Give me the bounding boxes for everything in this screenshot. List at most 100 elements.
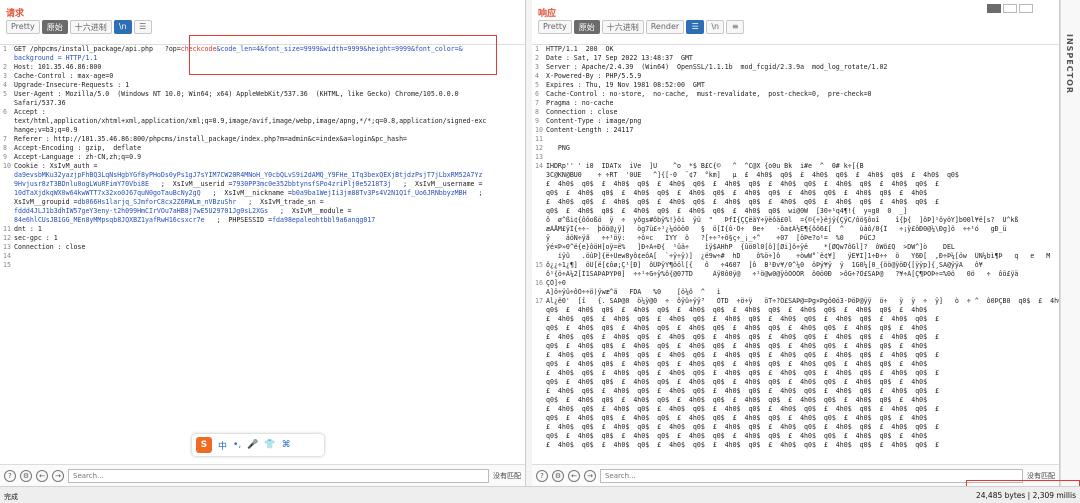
tab-hex[interactable]: 十六进制 (69, 20, 112, 34)
ime-logo[interactable]: S (196, 437, 212, 453)
line-content: Host: 101.35.46.86:800 (14, 63, 525, 72)
layout-single-icon[interactable] (1019, 4, 1033, 13)
code-token: Cache-Control : no-store, no-cache, must… (546, 90, 872, 98)
code-token: da9evsbMKu32yazjpFhBQ3LqNsHgbYGf8yPHoDs0… (14, 171, 483, 179)
tab-pretty[interactable]: Pretty (6, 20, 40, 34)
code-line: 14 (0, 252, 525, 261)
line-content: PNG (546, 144, 1059, 153)
tab-pretty[interactable]: Pretty (538, 20, 572, 34)
code-line: q0$ £ 4h0$ q0$ £ 4h0$ q0$ £ 4h0$ q0$ £ 4… (532, 189, 1059, 198)
line-content: 84e6hlCUsJB1GG_MEn8yMMpsqb8JQXBZ1yafRwH1… (14, 216, 525, 225)
line-content: q0$ £ 4h0$ q0$ £ 4h0$ q0$ £ 4h0$ q0$ £ 4… (546, 360, 1059, 369)
line-content: q0$ £ 4h0$ q0$ £ 4h0$ q0$ £ 4h0$ q0$ £ 4… (546, 414, 1059, 423)
settings-icon[interactable]: ⚙ (552, 469, 564, 482)
code-line: 16 ÇÔ]÷0 (532, 279, 1059, 288)
line-number: 11 (3, 225, 11, 233)
line-number (532, 351, 546, 360)
layout-horizontal-icon[interactable] (1003, 4, 1017, 13)
code-line: iÿû .öûÞ]{ë÷Ûew8yô¢eôÃ[ `÷ÿ÷ÿ)] ¿ë9w÷# h… (532, 252, 1059, 261)
line-number (0, 189, 14, 198)
code-line: £ 4h0$ q0$ £ 4h0$ q0$ £ 4h0$ q0$ £ 4h0$ … (532, 369, 1059, 378)
response-search-input[interactable] (600, 468, 1023, 483)
line-number: 2 (535, 54, 539, 62)
code-token: £ 4h0$ q0$ £ 4h0$ q0$ £ 4h0$ q0$ £ 4h0$ … (546, 405, 940, 413)
inspector-panel[interactable]: INSPECTOR (1060, 0, 1080, 486)
line-content: q0$ £ 4h0$ q0$ £ 4h0$ q0$ £ 4h0$ q0$ £ 4… (546, 342, 1059, 351)
tab-hex[interactable]: 十六进制 (601, 20, 644, 34)
code-line: q0$ £ 4h0$ q0$ £ 4h0$ q0$ £ 4h0$ q0$ £ 4… (532, 378, 1059, 387)
code-token: checkcode (180, 45, 217, 53)
line-content: £ 4h0$ q0$ £ 4h0$ q0$ £ 4h0$ q0$ £ 4h0$ … (546, 369, 1059, 378)
code-token: ÿé¤Þ»0^ë{e}ôöH[oÿ=ë% ]Ð÷À÷Ð{ ¹ûä÷ îÿ$ÀHh… (546, 243, 955, 251)
prev-icon[interactable]: ← (568, 469, 580, 482)
request-no-match: 没有匹配 (493, 471, 521, 480)
code-line: 8 Accept-Encoding : gzip, deflate (0, 144, 525, 153)
ime-toolbar[interactable]: S 中 •, 🎤 👕 ⌘ (192, 434, 324, 456)
next-icon[interactable]: → (584, 469, 596, 482)
code-line: 9 Accept-Language : zh-CN,zh;q=0.9 (0, 153, 525, 162)
newline-toggle[interactable]: \n (113, 20, 132, 34)
code-line: 1 HTTP/1.1 200 OK (532, 45, 1059, 54)
code-line: ÿé¤Þ»0^ë{e}ôöH[oÿ=ë% ]Ð÷À÷Ð{ ¹ûä÷ îÿ$ÀHh… (532, 243, 1059, 252)
request-search-input[interactable] (68, 468, 489, 483)
menu-icon[interactable]: ☰ (133, 20, 152, 34)
menu-icon[interactable]: ≡ (726, 20, 745, 34)
next-icon[interactable]: → (52, 469, 64, 482)
code-line: q0$ £ 4h0$ q0$ £ 4h0$ q0$ £ 4h0$ q0$ £ 4… (532, 432, 1059, 441)
ime-punct-icon[interactable]: •, (233, 440, 241, 450)
line-content: XsIvM__groupid =db066Hs1larjq_SJmforC8cx… (14, 198, 525, 207)
code-token: q0$ £ 4h0$ q0$ £ 4h0$ q0$ £ 4h0$ q0$ £ 4… (546, 342, 928, 350)
ime-skin-icon[interactable]: 👕 (264, 440, 275, 450)
line-number: 13 (535, 153, 543, 161)
ime-grid-icon[interactable]: ⌘ (282, 440, 291, 450)
help-icon[interactable]: ? (4, 469, 16, 482)
newline-toggle[interactable]: \n (706, 20, 725, 34)
code-line: q0$ £ 4h0$ q0$ £ 4h0$ q0$ £ 4h0$ q0$ £ 4… (532, 360, 1059, 369)
format-icon[interactable]: ☰ (686, 20, 705, 34)
code-line: 3C@KN@BU0 ÷ ÷RT '0ÜE ^]{[-0 ¨¢7 °km] µ £… (532, 171, 1059, 180)
code-line: 13 (532, 153, 1059, 162)
line-number (532, 342, 546, 351)
line-number (532, 252, 546, 261)
code-line: da9evsbMKu32yazjpFhBQ3LqNsHgbYGf8yPHoDs0… (0, 171, 525, 180)
line-number (532, 306, 546, 315)
tab-raw[interactable]: 原始 (41, 20, 68, 34)
line-number (0, 126, 14, 135)
code-line: q0$ £ 4h0$ q0$ £ 4h0$ q0$ £ 4h0$ q0$ £ 4… (532, 207, 1059, 216)
line-number: 9 (535, 117, 539, 125)
request-editor[interactable]: 1 GET /phpcms/install_package/api.php ?op… (0, 44, 525, 464)
help-icon[interactable]: ? (536, 469, 548, 482)
code-line: 12 PNG (532, 144, 1059, 153)
line-number (532, 207, 546, 216)
line-number: 3 (3, 72, 7, 80)
layout-toggles (987, 4, 1033, 13)
code-line: £ 4h0$ q0$ £ 4h0$ q0$ £ 4h0$ q0$ £ 4h0$ … (532, 423, 1059, 432)
line-content: £ 4h0$ q0$ £ 4h0$ q0$ £ 4h0$ q0$ £ 4h0$ … (546, 180, 1059, 189)
status-bar: 完成 24,485 bytes | 2,309 millis (0, 486, 1080, 503)
prev-icon[interactable]: ← (36, 469, 48, 482)
ime-chinese-mode[interactable]: 中 (218, 439, 227, 452)
ime-mic-icon[interactable]: 🎤 (247, 440, 258, 450)
settings-icon[interactable]: ⚙ (20, 469, 32, 482)
tab-render[interactable]: Render (645, 20, 685, 34)
line-content: £ 4h0$ q0$ £ 4h0$ q0$ £ 4h0$ q0$ £ 4h0$ … (546, 333, 1059, 342)
line-number: 2 (3, 63, 7, 71)
line-content: Server : Apache/2.4.39 (Win64) OpenSSL/1… (546, 63, 1059, 72)
code-line: 6 Cache-Control : no-store, no-cache, mus… (532, 90, 1059, 99)
code-line: 5 Expires : Thu, 19 Nov 1981 08:52:00 GMT (532, 81, 1059, 90)
code-token: ; XsIvM__nickname = (200, 189, 292, 197)
code-line: 5 User-Agent : Mozilla/5.0 (Windows NT 10… (0, 90, 525, 99)
code-line: £ 4h0$ q0$ £ 4h0$ q0$ £ 4h0$ q0$ £ 4h0$ … (532, 351, 1059, 360)
code-line: 2 Host: 101.35.46.86:800 (0, 63, 525, 72)
layout-split-icon[interactable] (987, 4, 1001, 13)
response-searchbar: ? ⚙ ← → 没有匹配 (532, 464, 1059, 486)
line-number: 7 (3, 135, 7, 143)
code-token: Referer : http://101.35.46.86:800/phpcms… (14, 135, 408, 143)
line-content: q0$ £ 4h0$ q0$ £ 4h0$ q0$ £ 4h0$ q0$ £ 4… (546, 306, 1059, 315)
code-token: dnt : 1 (14, 225, 42, 233)
code-token: Accept-Language : zh-CN,zh;q=0.9 (14, 153, 142, 161)
line-content: Safari/537.36 (14, 99, 525, 108)
tab-raw[interactable]: 原始 (573, 20, 600, 34)
response-editor[interactable]: 1 HTTP/1.1 200 OK 2 Date : Sat, 17 Sep 2022… (532, 44, 1059, 464)
line-number: 11 (535, 135, 543, 143)
